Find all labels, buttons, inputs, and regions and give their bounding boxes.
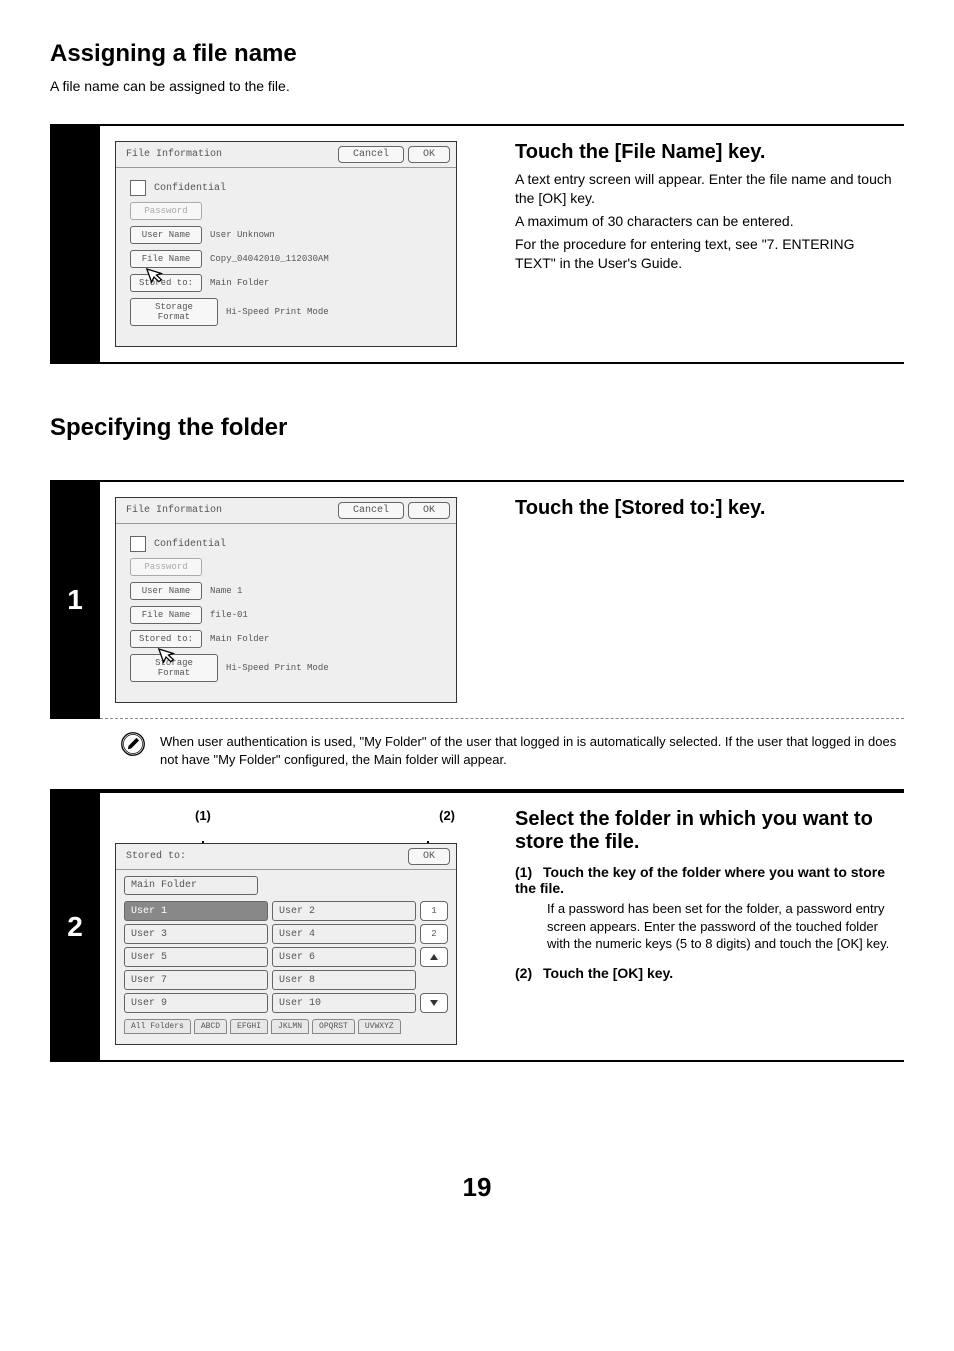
cancel-button[interactable]: Cancel: [338, 502, 404, 519]
step-text-filename: Touch the [File Name] key. A text entry …: [495, 126, 904, 362]
page-indicator-2: 2: [420, 924, 448, 944]
note-row: When user authentication is used, "My Fo…: [50, 719, 904, 791]
section-desc-assign: A file name can be assigned to the file.: [50, 78, 904, 94]
user-name-button[interactable]: User Name: [130, 582, 202, 600]
panel-title: Stored to:: [122, 849, 190, 864]
step-paragraph: A maximum of 30 characters can be entere…: [515, 212, 894, 231]
annotation-1: (1): [195, 808, 211, 823]
substep-desc: If a password has been set for the folde…: [547, 900, 894, 953]
step-number-1: 1: [50, 482, 100, 718]
folder-item-user8[interactable]: User 8: [272, 970, 416, 990]
user-name-value: User Unknown: [202, 227, 283, 243]
folder-item-user2[interactable]: User 2: [272, 901, 416, 921]
folder-item-user9[interactable]: User 9: [124, 993, 268, 1013]
step-title: Touch the [Stored to:] key.: [515, 497, 894, 520]
folder-item-user10[interactable]: User 10: [272, 993, 416, 1013]
section-heading-folder: Specifying the folder: [50, 414, 904, 442]
tab-jklmn[interactable]: JKLMN: [271, 1019, 309, 1034]
storage-format-value: Hi-Speed Print Mode: [218, 304, 337, 320]
substep-number: (1): [515, 864, 543, 880]
step-row-filename: File Information Cancel OK Confidential …: [50, 124, 904, 364]
stored-to-value: Main Folder: [202, 631, 277, 647]
section-heading-assign: Assigning a file name: [50, 40, 904, 68]
tab-opqrst[interactable]: OPQRST: [312, 1019, 355, 1034]
folder-item-user6[interactable]: User 6: [272, 947, 416, 967]
substep-2: (2)Touch the [OK] key.: [515, 965, 894, 981]
step-row-storedto: 1 File Information Cancel OK Confidentia…: [50, 480, 904, 718]
tab-uvwxyz[interactable]: UVWXYZ: [358, 1019, 401, 1034]
password-button: Password: [130, 558, 202, 576]
substep-number: (2): [515, 965, 543, 981]
password-button: Password: [130, 202, 202, 220]
file-info-panel-1: File Information Cancel OK Confidential …: [115, 141, 457, 347]
user-name-button[interactable]: User Name: [130, 226, 202, 244]
file-info-panel-2: File Information Cancel OK Confidential …: [115, 497, 457, 703]
screenshot-panel-1: File Information Cancel OK Confidential …: [100, 126, 495, 362]
cancel-button[interactable]: Cancel: [338, 146, 404, 163]
ok-button[interactable]: OK: [408, 146, 450, 163]
folder-item-user1[interactable]: User 1: [124, 901, 268, 921]
step-number-blank: [50, 126, 100, 362]
file-name-button[interactable]: File Name: [130, 606, 202, 624]
screenshot-panel-3: (1) (2) ▼ ▼ Stored to: OK Main Folder Us…: [100, 793, 495, 1060]
step-row-select-folder: 2 (1) (2) ▼ ▼ Stored to: OK Main Folder …: [50, 791, 904, 1062]
confidential-label: Confidential: [154, 183, 226, 194]
page-indicator-1: 1: [420, 901, 448, 921]
step-paragraph: For the procedure for entering text, see…: [515, 235, 894, 273]
confidential-checkbox[interactable]: [130, 536, 146, 552]
step-text-select-folder: Select the folder in which you want to s…: [495, 793, 904, 1060]
scroll-up-button[interactable]: [420, 947, 448, 967]
tab-efghi[interactable]: EFGHI: [230, 1019, 268, 1034]
file-name-value: Copy_04042010_112030AM: [202, 251, 337, 267]
folder-select-panel: Stored to: OK Main Folder User 1 User 2 …: [115, 843, 457, 1045]
confidential-label: Confidential: [154, 539, 226, 550]
step-title: Select the folder in which you want to s…: [515, 808, 894, 854]
substep-heading: Touch the key of the folder where you wa…: [515, 864, 885, 896]
screenshot-panel-2: File Information Cancel OK Confidential …: [100, 482, 495, 718]
user-name-value: Name 1: [202, 583, 250, 599]
substep-heading: Touch the [OK] key.: [543, 965, 673, 981]
folder-item-user4[interactable]: User 4: [272, 924, 416, 944]
storage-format-value: Hi-Speed Print Mode: [218, 660, 337, 676]
step-text-storedto: Touch the [Stored to:] key.: [495, 482, 904, 718]
folder-item-user7[interactable]: User 7: [124, 970, 268, 990]
panel-title: File Information: [122, 147, 226, 162]
stored-to-value: Main Folder: [202, 275, 277, 291]
main-folder-button[interactable]: Main Folder: [124, 876, 258, 895]
tab-all-folders[interactable]: All Folders: [124, 1019, 191, 1034]
annotation-2: (2): [439, 808, 455, 823]
step-number-spacer: [50, 718, 100, 719]
ok-button[interactable]: OK: [408, 502, 450, 519]
ok-button[interactable]: OK: [408, 848, 450, 865]
step-title: Touch the [File Name] key.: [515, 141, 894, 164]
storage-format-button[interactable]: Storage Format: [130, 298, 218, 326]
confidential-checkbox[interactable]: [130, 180, 146, 196]
step-paragraph: A text entry screen will appear. Enter t…: [515, 170, 894, 208]
file-name-button[interactable]: File Name: [130, 250, 202, 268]
panel-title: File Information: [122, 503, 226, 518]
scroll-down-button[interactable]: [420, 993, 448, 1013]
tab-abcd[interactable]: ABCD: [194, 1019, 227, 1034]
substep-1: (1)Touch the key of the folder where you…: [515, 864, 894, 953]
note-text: When user authentication is used, "My Fo…: [160, 719, 904, 769]
pencil-note-icon: [120, 731, 146, 760]
folder-item-user5[interactable]: User 5: [124, 947, 268, 967]
file-name-value: file-01: [202, 607, 256, 623]
folder-item-user3[interactable]: User 3: [124, 924, 268, 944]
page-number: 19: [50, 1172, 904, 1203]
step-number-2: 2: [50, 793, 100, 1060]
